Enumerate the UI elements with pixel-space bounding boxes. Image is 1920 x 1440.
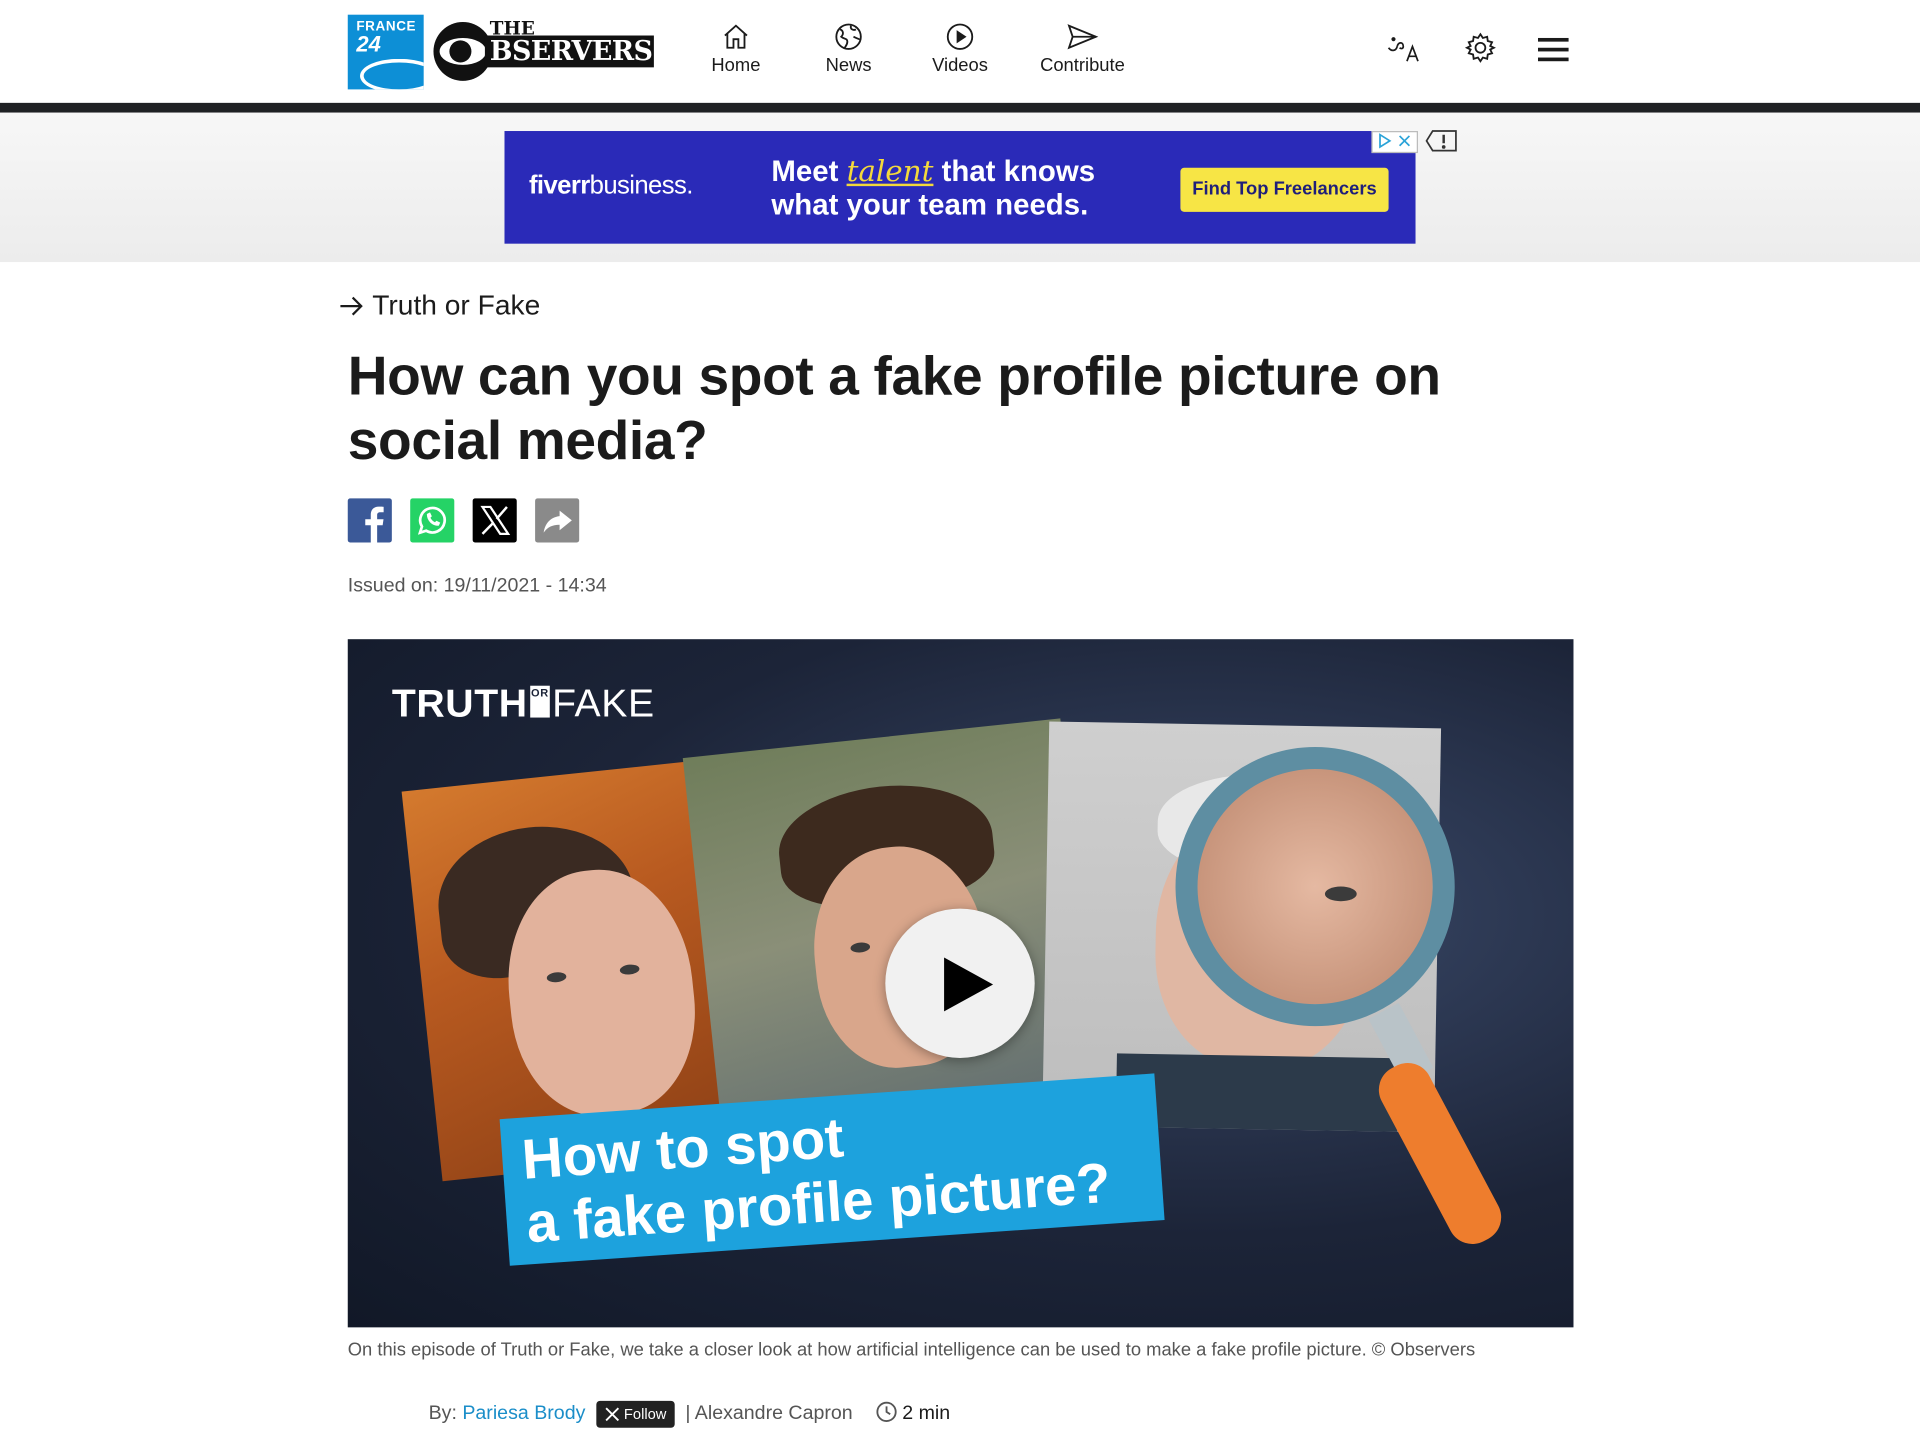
share-whatsapp-button[interactable] xyxy=(410,498,455,543)
observers-logo[interactable]: THE BSERVERS xyxy=(431,15,656,88)
read-time-value: 2 min xyxy=(902,1403,951,1425)
video-brand-fake: FAKE xyxy=(552,680,655,725)
france24-logo[interactable]: FRANCE 24 xyxy=(347,14,424,90)
ad-brand-name: fiverr xyxy=(528,171,590,200)
nav-news-label: News xyxy=(825,55,872,76)
globe-icon xyxy=(835,23,862,50)
article-title: How can you spot a fake profile picture … xyxy=(347,344,1441,472)
video-caption: On this episode of Truth or Fake, we tak… xyxy=(347,1339,1476,1361)
share-x-button[interactable] xyxy=(472,498,517,543)
magnifier-handle xyxy=(1370,1054,1510,1253)
ad-cta-button[interactable]: Find Top Freelancers xyxy=(1180,167,1389,212)
whatsapp-icon xyxy=(417,506,447,535)
observers-logo-word: BSERVERS xyxy=(484,35,654,68)
france24-logo-line2: 24 xyxy=(356,31,381,57)
byline-by: By: xyxy=(428,1403,457,1425)
language-switcher[interactable] xyxy=(1386,34,1423,72)
x-icon xyxy=(604,1407,619,1421)
nav-home-label: Home xyxy=(711,55,761,76)
issued-date: Issued on: 19/11/2021 - 14:34 xyxy=(347,575,607,597)
video-player[interactable]: TRUTH OR FAKE How to spot a fake profile p… xyxy=(347,639,1574,1328)
ad-headline-start: Meet xyxy=(771,155,839,189)
ad-zone: fiverrbusiness. Meet talent that knows w… xyxy=(0,112,1920,263)
home-icon xyxy=(724,24,748,49)
video-brand: TRUTH OR FAKE xyxy=(392,681,655,726)
arrow-right-icon xyxy=(340,296,363,316)
follow-on-x-button[interactable]: Follow xyxy=(595,1400,675,1428)
header-divider xyxy=(0,102,1920,113)
report-ad-button[interactable] xyxy=(1425,130,1457,152)
fiverr-ad-banner[interactable]: fiverrbusiness. Meet talent that knows w… xyxy=(504,131,1416,244)
adchoices-button[interactable] xyxy=(1371,131,1418,154)
ad-headline-end: that knows xyxy=(941,155,1096,189)
video-brand-or: OR xyxy=(530,685,550,718)
clock-icon xyxy=(876,1401,897,1422)
x-icon xyxy=(480,505,511,535)
play-button[interactable] xyxy=(885,908,1035,1058)
adchoices-icon xyxy=(1379,133,1411,149)
nav-news[interactable]: News xyxy=(813,22,884,78)
nav-contribute[interactable]: Contribute xyxy=(1036,22,1129,78)
gear-icon xyxy=(1464,32,1496,63)
report-ad-icon xyxy=(1425,130,1457,152)
settings-button[interactable] xyxy=(1464,32,1497,70)
france24-swoosh xyxy=(360,58,424,90)
nav-home[interactable]: Home xyxy=(700,22,771,78)
share-icon xyxy=(543,510,572,533)
byline: By: Pariesa Brody Follow | Alexandre Cap… xyxy=(428,1400,950,1429)
nav-contribute-label: Contribute xyxy=(1040,55,1125,76)
facebook-icon xyxy=(365,506,384,543)
breadcrumb-category[interactable]: Truth or Fake xyxy=(338,289,540,322)
author-alexandre-capron: Alexandre Capron xyxy=(694,1403,853,1425)
author-pariesa-brody[interactable]: Pariesa Brody xyxy=(462,1403,585,1424)
share-more-button[interactable] xyxy=(535,498,580,543)
ad-headline-line2: what your team needs. xyxy=(771,188,1089,222)
read-time: 2 min xyxy=(875,1400,950,1429)
site-header: FRANCE 24 THE BSERVERS Home News Videos … xyxy=(0,0,1920,103)
ad-brand-suffix: business. xyxy=(589,171,694,200)
hamburger-menu-icon xyxy=(1537,37,1569,62)
play-circle-icon xyxy=(946,23,974,50)
menu-button[interactable] xyxy=(1537,37,1570,70)
send-icon xyxy=(1067,24,1099,50)
ad-headline-italic: talent xyxy=(846,154,934,189)
magnifying-glass-icon xyxy=(1175,746,1455,1027)
nav-videos[interactable]: Videos xyxy=(924,22,995,78)
observers-eye-icon xyxy=(433,22,493,81)
byline-separator: | xyxy=(685,1403,691,1425)
video-brand-truth: TRUTH xyxy=(391,680,528,725)
nav-videos-label: Videos xyxy=(932,55,988,76)
share-facebook-button[interactable] xyxy=(347,498,392,543)
follow-label: Follow xyxy=(623,1405,667,1423)
language-icon xyxy=(1387,37,1419,62)
category-label: Truth or Fake xyxy=(372,288,541,321)
ad-headline: Meet talent that knows what your team ne… xyxy=(771,154,1096,222)
ad-brand: fiverrbusiness. xyxy=(529,171,693,200)
